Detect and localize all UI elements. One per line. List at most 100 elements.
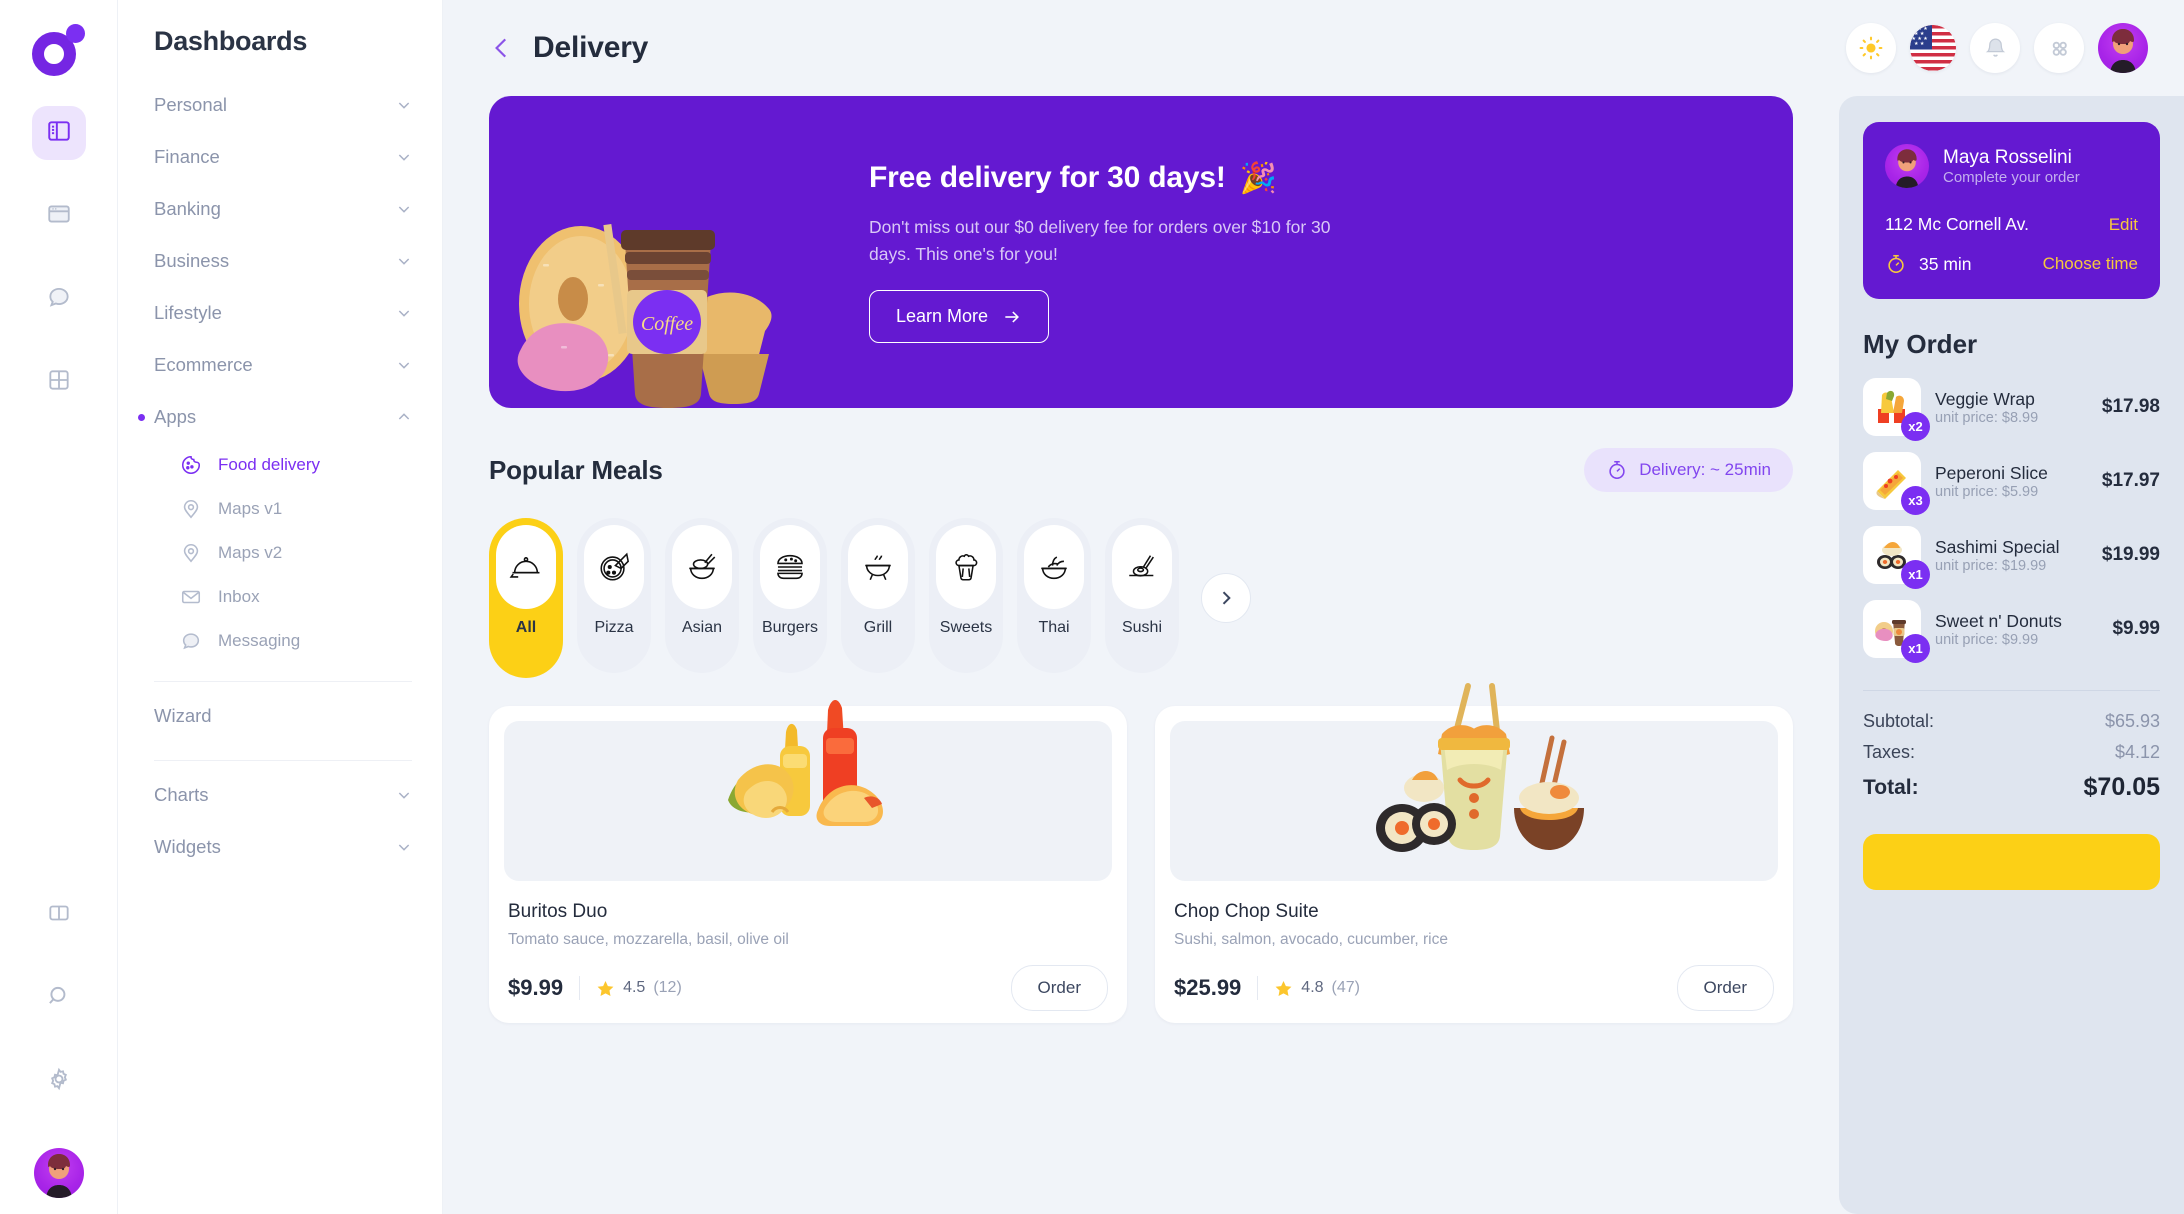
meal-rating-value: 4.5 [623, 979, 646, 996]
chat-bubble-icon [46, 284, 72, 315]
order-item-qty: x2 [1901, 412, 1930, 441]
choose-time-link[interactable]: Choose time [2043, 254, 2138, 274]
delivery-estimate-badge[interactable]: Delivery: ~ 25min [1584, 448, 1793, 492]
order-item[interactable]: x2 Veggie Wrap unit price: $8.99 $17.98 [1863, 378, 2160, 441]
icon-rail [0, 0, 118, 1214]
sidebar-item-messaging[interactable]: Messaging [178, 619, 412, 663]
banner-paragraph: Don't miss out our $0 delivery fee for o… [869, 216, 1331, 264]
meal-card[interactable]: Buritos Duo Tomato sauce, mozzarella, ba… [489, 699, 1127, 1023]
edit-address-link[interactable]: Edit [2109, 215, 2138, 235]
user-subtitle: Complete your order [1943, 169, 2080, 187]
order-item[interactable]: x3 Peperoni Slice unit price: $5.99 $17.… [1863, 452, 2160, 515]
delivery-address-row: 112 Mc Cornell Av. Edit [1885, 214, 2138, 235]
category-label: All [515, 619, 537, 636]
rail-item-windows[interactable] [32, 189, 86, 243]
category-chip-grill[interactable]: Grill [841, 518, 915, 673]
nav-group-business[interactable]: Business [154, 235, 412, 287]
popular-meals-header: Popular Meals Delivery: ~ 25min [489, 438, 1793, 502]
nav-group-banking[interactable]: Banking [154, 183, 412, 235]
sidebar-item-maps-v1[interactable]: Maps v1 [178, 487, 412, 531]
nav-group-finance[interactable]: Finance [154, 131, 412, 183]
meal-card[interactable]: Chop Chop Suite Sushi, salmon, avocado, … [1155, 683, 1793, 1023]
category-chip-sweets[interactable]: Sweets [929, 518, 1003, 673]
nav-group-personal[interactable]: Personal [154, 79, 412, 131]
theme-toggle-button[interactable] [1846, 23, 1896, 73]
apps-grid-button[interactable] [2034, 23, 2084, 73]
notifications-button[interactable] [1970, 23, 2020, 73]
language-button[interactable]: ★ ★ ★ ★ ★ ★ ★ ★ ★ ★ [1910, 25, 1956, 71]
burritos-illustration [504, 699, 1112, 881]
sidebar-item-inbox[interactable]: Inbox [178, 575, 412, 619]
checkout-button[interactable] [1863, 834, 2160, 890]
order-item-total: $17.98 [2101, 396, 2160, 417]
rail-avatar[interactable] [33, 1148, 84, 1198]
divider [579, 976, 581, 1000]
meal-price: $25.99 [1174, 975, 1242, 1000]
taxes-label: Taxes: [1863, 742, 1916, 762]
rail-item-dashboards[interactable] [31, 106, 86, 160]
order-item[interactable]: x1 Sweet n' Donuts unit price: $9.99 $9.… [1863, 600, 2160, 663]
nav-divider [154, 760, 412, 761]
svg-text:Coffee: Coffee [641, 313, 693, 335]
nav-group-lifestyle[interactable]: Lifestyle [154, 287, 412, 339]
burger-icon [760, 525, 820, 609]
nav-group-apps[interactable]: Apps [138, 391, 412, 443]
category-label: Thai [1038, 619, 1070, 636]
category-chip-pizza[interactable]: Pizza [577, 518, 651, 673]
learn-more-label: Learn More [896, 306, 989, 327]
order-button[interactable]: Order [1676, 965, 1774, 1011]
split-panel-icon [46, 900, 72, 931]
chevron-left-icon[interactable] [489, 35, 515, 61]
rail-item-split[interactable] [32, 888, 86, 942]
avatar[interactable] [1885, 144, 1929, 188]
us-flag-icon: ★ ★ ★★ ★ ★ ★ ★★ ★ [1910, 25, 1956, 71]
nav-group-label: Apps [154, 406, 197, 427]
cookie-icon [178, 452, 204, 478]
meal-review-count: (47) [1331, 979, 1360, 996]
nav-item-wizard[interactable]: Wizard [154, 690, 412, 742]
app-root: Dashboards Personal Finance Banking Busi… [0, 0, 2184, 1214]
nav-group-charts[interactable]: Charts [154, 769, 412, 821]
user-order-card: Maya Rosselini Complete your order 112 M… [1863, 122, 2160, 299]
total-row: Total: $70.05 [1863, 773, 2160, 802]
category-chip-burgers[interactable]: Burgers [753, 518, 827, 673]
app-logo[interactable] [30, 22, 88, 80]
sidebar-item-maps-v2[interactable]: Maps v2 [178, 531, 412, 575]
sun-icon [1859, 36, 1883, 60]
category-chip-all[interactable]: All [489, 518, 563, 678]
rail-item-settings[interactable] [32, 1054, 86, 1108]
order-item-unit-price: unit price: $9.99 [1935, 632, 2039, 649]
asian-takeout-illustration [1170, 683, 1778, 881]
order-item-total: $9.99 [2112, 618, 2160, 639]
rail-item-grid[interactable] [32, 355, 86, 409]
rail-item-search[interactable] [32, 971, 86, 1025]
stopwatch-icon [1888, 254, 1904, 274]
nav-group-widgets[interactable]: Widgets [154, 821, 412, 873]
divider [1257, 976, 1259, 1000]
grid-icon [46, 367, 72, 398]
order-button[interactable]: Order [1010, 965, 1108, 1011]
nav-group-label: Business [154, 250, 230, 271]
category-label: Asian [681, 619, 723, 636]
order-item[interactable]: x1 Sashimi Special unit price: $19.99 $1… [1863, 526, 2160, 589]
category-chip-sushi[interactable]: Sushi [1105, 518, 1179, 673]
donut-coffee-muffin-illustration: Coffee [503, 164, 833, 408]
learn-more-button[interactable]: Learn More [869, 290, 1050, 344]
star-icon [597, 980, 614, 996]
subtotal-value: $65.93 [2104, 711, 2160, 731]
veggie-wrap-icon: x2 [1863, 378, 1930, 441]
sidebar-item-food-delivery[interactable]: Food delivery [178, 443, 412, 487]
banner-heading: Free delivery for 30 days! [869, 161, 1226, 195]
gear-icon [46, 1066, 72, 1097]
user-identity: Maya Rosselini Complete your order [1943, 146, 2080, 187]
total-value: $70.05 [2083, 773, 2160, 801]
nav-group-ecommerce[interactable]: Ecommerce [154, 339, 412, 391]
bell-icon [1985, 37, 2005, 57]
active-group-bullet [138, 413, 145, 421]
rail-item-chat[interactable] [32, 272, 86, 326]
category-chip-thai[interactable]: Thai [1017, 518, 1091, 673]
cloche-icon [496, 525, 556, 609]
categories-next-button[interactable] [1201, 573, 1251, 623]
category-chip-asian[interactable]: Asian [665, 518, 739, 673]
profile-avatar[interactable] [2098, 23, 2148, 73]
